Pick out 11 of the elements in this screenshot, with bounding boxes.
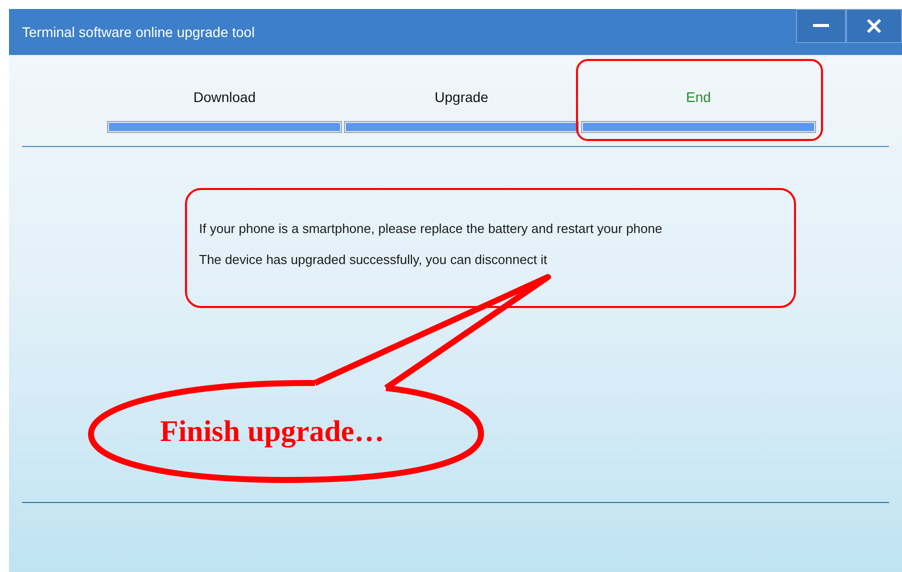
step-label: Download: [193, 88, 256, 107]
minimize-icon: [813, 24, 829, 28]
message-text: The device has upgraded successfully, you can disconnect it: [199, 251, 548, 269]
message-text: If your phone is a smartphone, please replace the battery and restart your phone: [199, 220, 664, 238]
minimize-button[interactable]: [796, 9, 846, 43]
close-button[interactable]: [846, 9, 902, 43]
step-label: End: [686, 88, 711, 107]
close-icon: [866, 18, 882, 34]
callout-text: Finish upgrade…: [160, 414, 384, 450]
step-label: Upgrade: [434, 88, 488, 107]
window-title: Terminal software online upgrade tool: [22, 22, 255, 42]
